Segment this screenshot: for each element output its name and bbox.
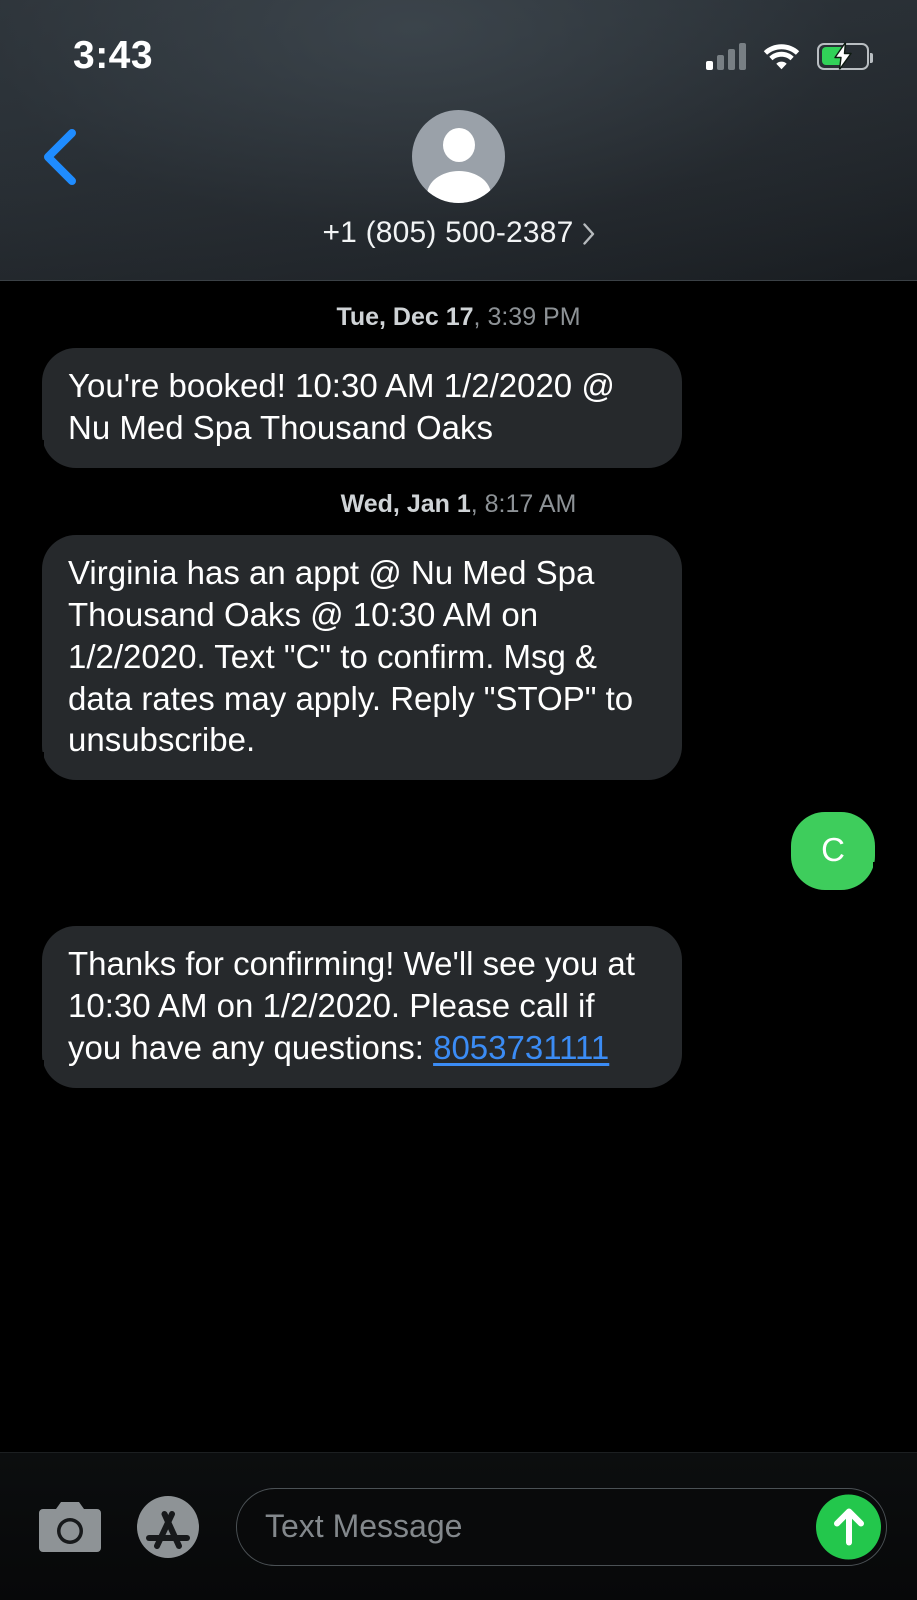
phone-number-link[interactable]: 8053731111 [433, 1029, 609, 1066]
contact-name: +1 (805) 500-2387 [322, 216, 573, 250]
message-bubble-incoming[interactable]: You're booked! 10:30 AM 1/2/2020 @ Nu Me… [42, 348, 682, 468]
date-separator-day: Wed, Jan 1 [341, 490, 471, 518]
text-message-input[interactable]: Text Message [236, 1488, 887, 1566]
battery-charging-icon [817, 43, 869, 70]
app-store-icon [135, 1494, 201, 1560]
message-bubble-outgoing[interactable]: C [791, 812, 875, 890]
date-separator-day: Tue, Dec 17 [336, 303, 473, 331]
messages-app-screen: 3:43 [0, 0, 917, 1600]
charging-bolt-icon [832, 43, 854, 70]
message-bubble-incoming[interactable]: Thanks for confirming! We'll see you at … [42, 926, 682, 1088]
date-separator-time: , 3:39 PM [474, 303, 581, 331]
text-message-placeholder: Text Message [265, 1508, 462, 1545]
status-bar-clock: 3:43 [73, 34, 153, 78]
message-row: You're booked! 10:30 AM 1/2/2020 @ Nu Me… [0, 348, 917, 468]
message-list[interactable]: Tue, Dec 17, 3:39 PM You're booked! 10:3… [0, 281, 917, 1452]
camera-button[interactable] [34, 1491, 106, 1563]
contact-name-row[interactable]: +1 (805) 500-2387 [322, 216, 594, 250]
send-arrow-up-icon [831, 1507, 867, 1547]
message-bubble-incoming[interactable]: Virginia has an appt @ Nu Med Spa Thousa… [42, 535, 682, 781]
date-separator-time: , 8:17 AM [471, 490, 577, 518]
message-row: C [0, 812, 917, 890]
status-bar-indicators [706, 36, 869, 76]
message-row: Thanks for confirming! We'll see you at … [0, 926, 917, 1088]
app-store-button[interactable] [132, 1491, 204, 1563]
message-composer-bar: Text Message [0, 1452, 917, 1600]
cellular-signal-icon [706, 42, 746, 70]
camera-icon [37, 1500, 103, 1554]
date-separator: Wed, Jan 1, 8:17 AM [0, 490, 917, 519]
status-bar: 3:43 [0, 0, 917, 100]
message-row: Virginia has an appt @ Nu Med Spa Thousa… [0, 535, 917, 781]
date-separator: Tue, Dec 17, 3:39 PM [0, 303, 917, 332]
person-avatar-icon [412, 110, 505, 203]
chevron-right-icon [583, 223, 595, 245]
conversation-header: 3:43 [0, 0, 917, 281]
contact-details-button[interactable]: +1 (805) 500-2387 [0, 110, 917, 250]
wifi-icon [763, 42, 800, 70]
send-button[interactable] [816, 1494, 881, 1559]
